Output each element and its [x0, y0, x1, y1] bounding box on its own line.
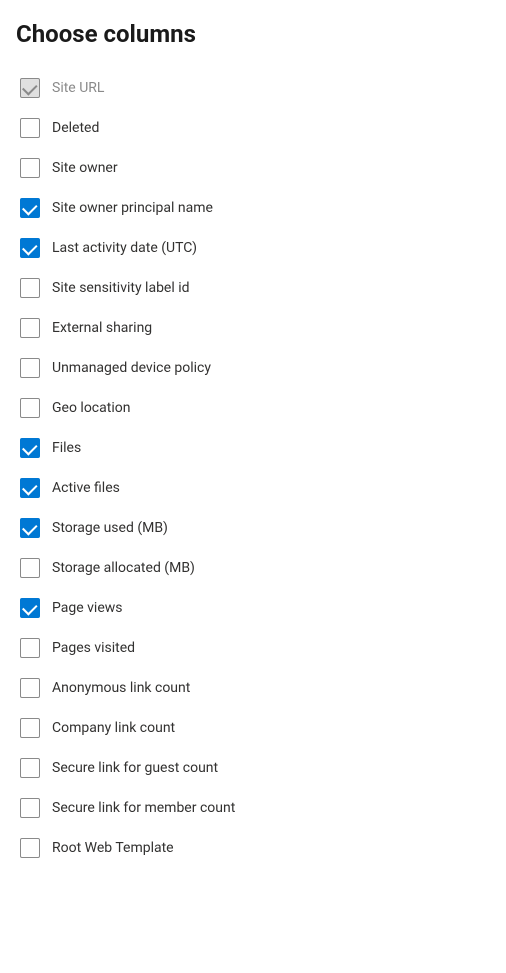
checkbox-item-site-sensitivity-label-id[interactable]: Site sensitivity label id: [16, 268, 490, 308]
checkbox-secure-link-guest-count: [20, 758, 40, 778]
checkbox-item-unmanaged-device-policy[interactable]: Unmanaged device policy: [16, 348, 490, 388]
checkbox-item-root-web-template[interactable]: Root Web Template: [16, 828, 490, 868]
checkbox-item-storage-used[interactable]: Storage used (MB): [16, 508, 490, 548]
checkbox-label-pages-visited: Pages visited: [52, 640, 135, 656]
checkbox-item-last-activity-date[interactable]: Last activity date (UTC): [16, 228, 490, 268]
column-list: Site URL Deleted Site owner Site owner prin…: [16, 68, 490, 868]
checkbox-item-geo-location[interactable]: Geo location: [16, 388, 490, 428]
checkbox-root-web-template: [20, 838, 40, 858]
checkbox-item-storage-allocated[interactable]: Storage allocated (MB): [16, 548, 490, 588]
checkbox-active-files: [20, 478, 40, 498]
checkbox-label-page-views: Page views: [52, 600, 123, 616]
checkbox-last-activity-date: [20, 238, 40, 258]
checkbox-item-site-owner[interactable]: Site owner: [16, 148, 490, 188]
checkbox-storage-allocated: [20, 558, 40, 578]
checkbox-item-company-link-count[interactable]: Company link count: [16, 708, 490, 748]
checkbox-label-site-owner-principal-name: Site owner principal name: [52, 200, 213, 216]
checkbox-label-site-owner: Site owner: [52, 160, 118, 176]
checkbox-geo-location: [20, 398, 40, 418]
checkbox-anonymous-link-count: [20, 678, 40, 698]
checkbox-site-owner: [20, 158, 40, 178]
checkbox-label-root-web-template: Root Web Template: [52, 840, 174, 856]
checkbox-unmanaged-device-policy: [20, 358, 40, 378]
checkbox-item-site-owner-principal-name[interactable]: Site owner principal name: [16, 188, 490, 228]
checkbox-secure-link-member-count: [20, 798, 40, 818]
checkbox-item-secure-link-member-count[interactable]: Secure link for member count: [16, 788, 490, 828]
checkbox-company-link-count: [20, 718, 40, 738]
checkbox-item-files[interactable]: Files: [16, 428, 490, 468]
checkbox-item-anonymous-link-count[interactable]: Anonymous link count: [16, 668, 490, 708]
checkbox-label-geo-location: Geo location: [52, 400, 130, 416]
checkbox-item-deleted[interactable]: Deleted: [16, 108, 490, 148]
checkbox-label-last-activity-date: Last activity date (UTC): [52, 240, 197, 256]
checkbox-label-company-link-count: Company link count: [52, 720, 175, 736]
checkbox-label-files: Files: [52, 440, 81, 456]
checkbox-item-page-views[interactable]: Page views: [16, 588, 490, 628]
checkbox-site-sensitivity-label-id: [20, 278, 40, 298]
checkbox-item-site-url[interactable]: Site URL: [16, 68, 490, 108]
checkbox-site-owner-principal-name: [20, 198, 40, 218]
page-title: Choose columns: [16, 20, 490, 48]
checkbox-label-secure-link-guest-count: Secure link for guest count: [52, 760, 218, 776]
checkbox-label-unmanaged-device-policy: Unmanaged device policy: [52, 360, 211, 376]
checkbox-item-external-sharing[interactable]: External sharing: [16, 308, 490, 348]
checkbox-label-storage-used: Storage used (MB): [52, 520, 168, 536]
checkbox-site-url: [20, 78, 40, 98]
checkbox-label-external-sharing: External sharing: [52, 320, 152, 336]
checkbox-item-active-files[interactable]: Active files: [16, 468, 490, 508]
checkbox-external-sharing: [20, 318, 40, 338]
checkbox-item-pages-visited[interactable]: Pages visited: [16, 628, 490, 668]
checkbox-files: [20, 438, 40, 458]
checkbox-label-site-url: Site URL: [52, 80, 104, 96]
checkbox-storage-used: [20, 518, 40, 538]
checkbox-pages-visited: [20, 638, 40, 658]
checkbox-label-active-files: Active files: [52, 480, 120, 496]
checkbox-label-deleted: Deleted: [52, 120, 99, 136]
checkbox-label-secure-link-member-count: Secure link for member count: [52, 800, 235, 816]
checkbox-label-anonymous-link-count: Anonymous link count: [52, 680, 190, 696]
checkbox-item-secure-link-guest-count[interactable]: Secure link for guest count: [16, 748, 490, 788]
checkbox-page-views: [20, 598, 40, 618]
checkbox-label-site-sensitivity-label-id: Site sensitivity label id: [52, 280, 190, 296]
checkbox-label-storage-allocated: Storage allocated (MB): [52, 560, 195, 576]
checkbox-deleted: [20, 118, 40, 138]
